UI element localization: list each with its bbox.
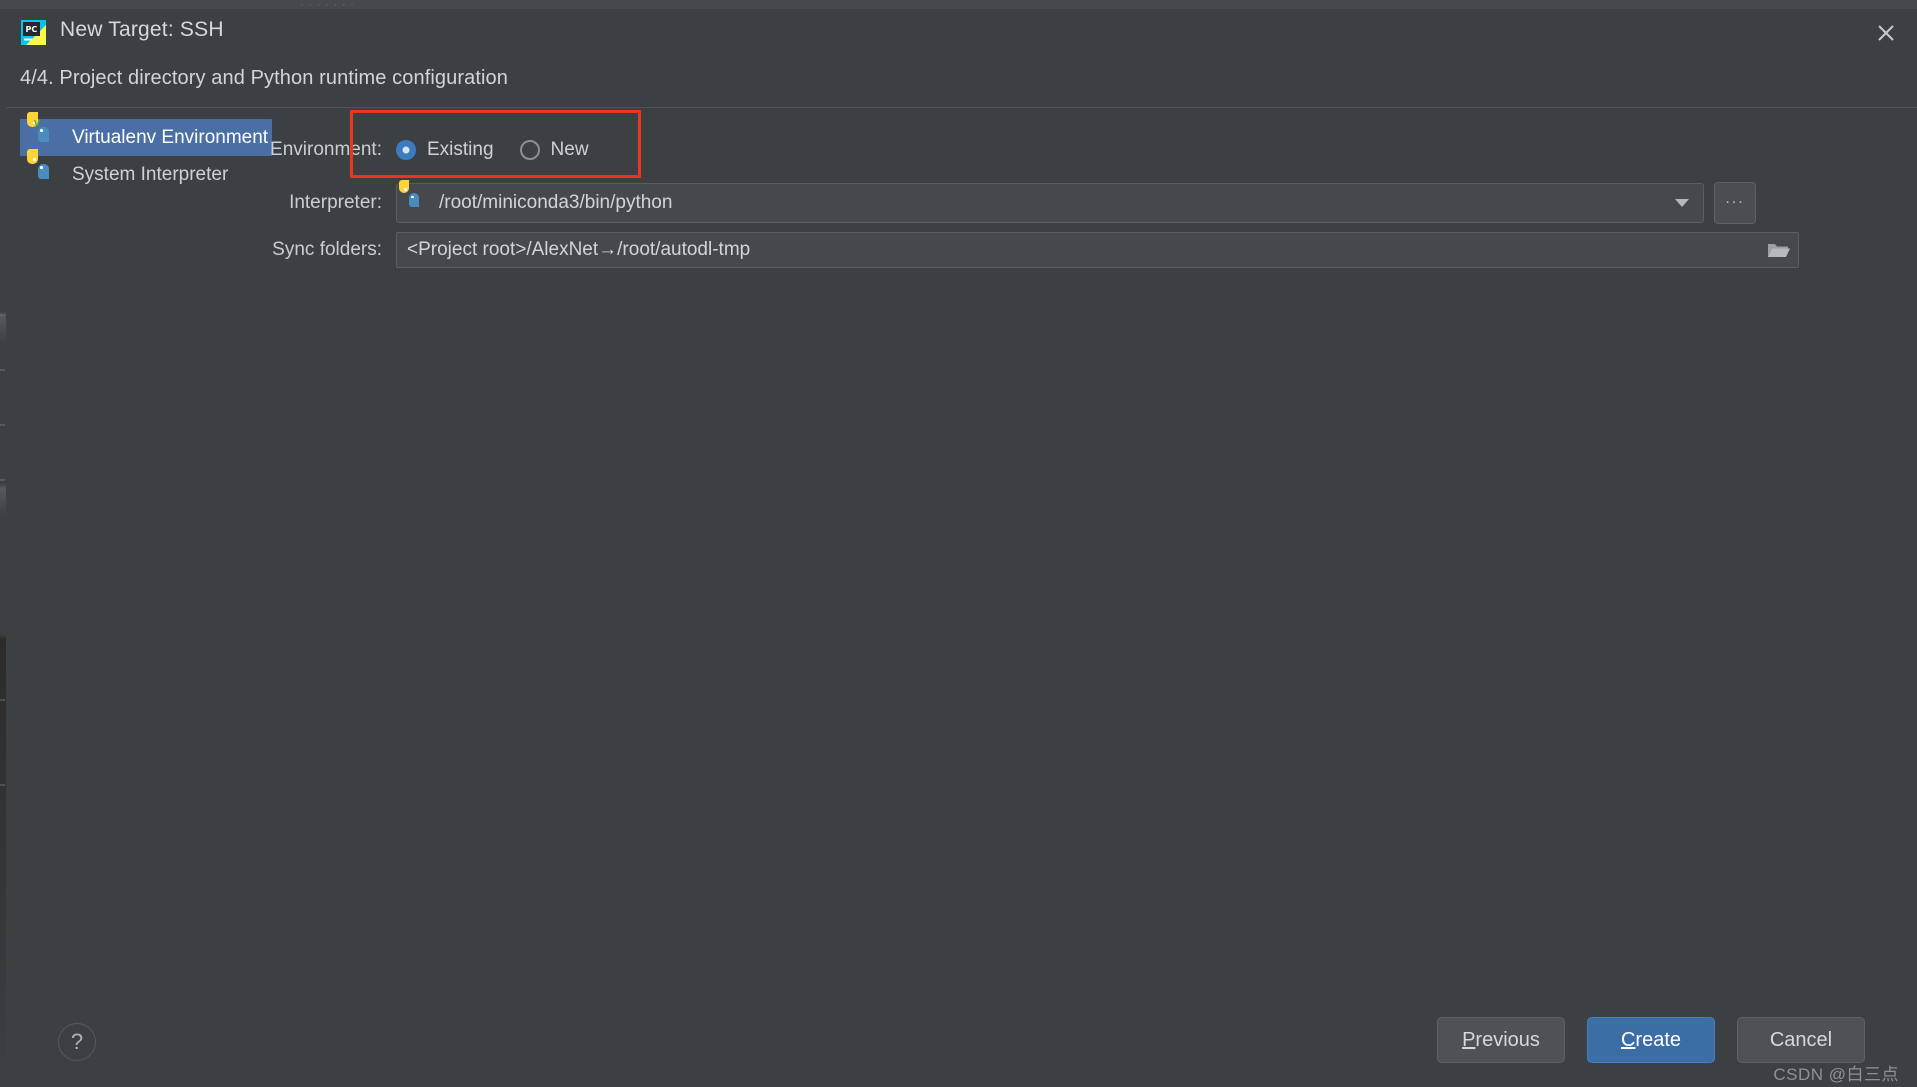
close-icon[interactable] (1855, 9, 1917, 57)
dialog-title: New Target: SSH (60, 18, 224, 41)
radio-new-label: New (550, 139, 589, 160)
create-button-mnemonic: C (1620, 1028, 1636, 1051)
interpreter-value: /root/miniconda3/bin/python (439, 192, 673, 213)
question-mark-icon: ? (70, 1029, 84, 1054)
radio-existing[interactable]: Existing (396, 139, 494, 161)
interpreter-label: Interpreter: (289, 192, 382, 213)
radio-existing-label: Existing (427, 139, 494, 160)
interpreter-combobox[interactable]: /root/miniconda3/bin/python (396, 179, 1704, 223)
folder-open-icon[interactable] (1766, 240, 1790, 260)
previous-button-label: revious (1475, 1028, 1540, 1051)
environment-label: Environment: (270, 139, 382, 160)
svg-text:PC: PC (26, 25, 38, 34)
sync-folders-value: <Project root>/AlexNet→/root/autodl-tmp (407, 239, 751, 260)
chevron-down-icon[interactable] (1675, 199, 1689, 207)
ellipsis-icon: ... (1725, 190, 1745, 207)
cancel-button[interactable]: Cancel (1737, 1017, 1865, 1063)
python-icon (399, 179, 429, 213)
interpreter-browse-button[interactable]: ... (1714, 182, 1756, 224)
sync-folders-row: Sync folders: <Project root>/AlexNet→/ro… (6, 232, 1906, 268)
dialog-titlebar: PC New Target: SSH (6, 9, 1917, 57)
previous-button-mnemonic: P (1462, 1028, 1476, 1051)
csdn-watermark: CSDN @白三点 (1773, 1065, 1899, 1084)
footer-separator (6, 990, 1917, 991)
pycharm-icon: PC (20, 19, 47, 46)
cancel-button-label: Cancel (1769, 1028, 1833, 1051)
create-button[interactable]: Create (1587, 1017, 1715, 1063)
radio-new-mark (519, 140, 540, 160)
header-separator (6, 107, 1917, 108)
sync-folders-field[interactable]: <Project root>/AlexNet→/root/autodl-tmp (396, 232, 1799, 268)
background-window-strip: · · · · · · · (0, 0, 1917, 11)
create-button-label: reate (1635, 1028, 1682, 1051)
step-subtitle: 4/4. Project directory and Python runtim… (20, 67, 508, 89)
dialog-button-bar: Previous Create Cancel (1437, 1017, 1865, 1063)
radio-existing-mark (396, 140, 416, 160)
help-button[interactable]: ? (58, 1023, 96, 1061)
sync-folders-label: Sync folders: (272, 239, 382, 260)
new-target-ssh-dialog: PC New Target: SSH 4/4. Project director… (6, 9, 1917, 1087)
radio-new[interactable]: New (519, 139, 589, 161)
interpreter-row: Interpreter: /root/miniconda3/bin/python… (6, 179, 1906, 224)
previous-button[interactable]: Previous (1437, 1017, 1565, 1063)
environment-row: Environment: Existing New (6, 139, 1006, 161)
